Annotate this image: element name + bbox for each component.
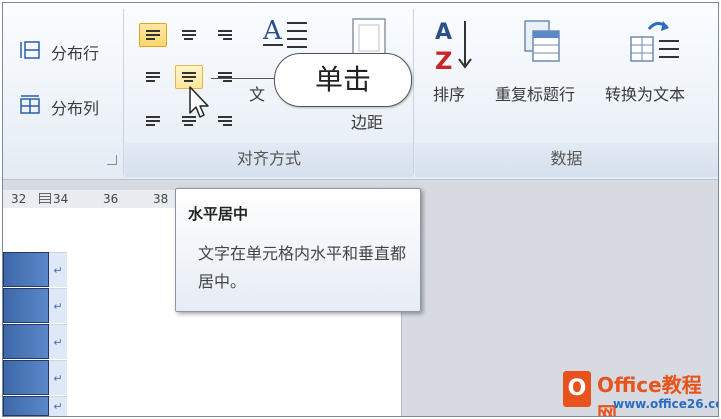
watermark: O Office教程网 www.office26.com <box>559 369 718 416</box>
tooltip-body: 文字在单元格内水平和垂直都居中。 <box>198 244 407 291</box>
sort-icon: A Z <box>435 20 472 73</box>
align-top-left-button[interactable] <box>139 23 167 47</box>
ruler-mark: 34 <box>53 192 69 206</box>
align-top-right-button[interactable] <box>211 23 239 47</box>
watermark-url: www.office26.com <box>613 397 718 411</box>
end-of-cell-mark-icon: ↵ <box>49 396 67 416</box>
table-cell[interactable] <box>3 360 49 395</box>
align-bottom-right-button[interactable] <box>211 109 239 133</box>
align-center-tooltip: 水平居中 文字在单元格内水平和垂直都居中。 <box>175 188 421 312</box>
ruler-column-marker-icon[interactable] <box>39 193 51 204</box>
end-of-cell-mark-icon: ↵ <box>49 288 67 323</box>
ruler-mark: 32 <box>11 192 27 206</box>
convert-to-text-label: 转换为文本 <box>605 85 686 104</box>
cell-margins-label: 边距 <box>351 113 384 132</box>
table-cell[interactable] <box>3 288 49 323</box>
convert-to-text-icon <box>630 21 679 62</box>
mouse-cursor-icon <box>189 86 209 118</box>
end-of-cell-mark-icon: ↵ <box>49 324 67 359</box>
repeat-header-label: 重复标题行 <box>495 85 576 104</box>
table-cell[interactable] <box>3 324 49 359</box>
align-top-center-button[interactable] <box>175 23 203 47</box>
align-group-label: 对齐方式 <box>236 149 301 168</box>
cell-size-dialog-launcher[interactable] <box>107 155 117 165</box>
table-cell[interactable] <box>3 252 49 287</box>
align-middle-right-button[interactable] <box>211 65 239 89</box>
sort-label: 排序 <box>433 85 466 104</box>
end-of-cell-mark-icon: ↵ <box>49 252 67 287</box>
distribute-rows-button[interactable]: 分布行 <box>17 39 117 65</box>
callout-leader-line <box>211 78 275 79</box>
group-separator <box>413 9 414 175</box>
tooltip-title: 水平居中 <box>188 205 249 223</box>
text-direction-icon: A <box>262 16 307 48</box>
word-window: 分布行 分布列 A 文 边距 对齐方式 A Z 排序 重复标题行 转换为文本 数… <box>2 2 719 417</box>
ribbon: 分布行 分布列 A 文 边距 对齐方式 A Z 排序 重复标题行 转换为文本 数… <box>3 3 718 180</box>
ruler-mark: 36 <box>103 192 119 206</box>
text-direction-label: 文 <box>249 85 266 104</box>
distribute-cols-button[interactable]: 分布列 <box>17 93 117 119</box>
align-bottom-left-button[interactable] <box>139 109 167 133</box>
distribute-rows-icon <box>20 41 40 59</box>
distribute-cols-label: 分布列 <box>51 99 100 118</box>
distribute-rows-label: 分布行 <box>51 44 100 63</box>
convert-to-text-button[interactable]: 转换为文本 <box>603 15 713 105</box>
svg-text:A: A <box>435 20 452 45</box>
end-of-cell-mark-icon: ↵ <box>49 360 67 395</box>
table-cell[interactable] <box>3 396 49 416</box>
distribute-cols-icon <box>20 95 40 114</box>
ruler-mark: 38 <box>153 192 169 206</box>
office-logo-icon: O <box>563 371 591 407</box>
repeat-header-rows-button[interactable]: 重复标题行 <box>493 15 593 105</box>
svg-text:A: A <box>262 16 283 46</box>
repeat-header-icon <box>524 20 560 62</box>
svg-text:Z: Z <box>435 47 452 73</box>
data-group-label: 数据 <box>550 149 583 168</box>
group-separator <box>123 9 124 175</box>
click-callout: 单击 <box>274 53 412 107</box>
sort-button[interactable]: A Z 排序 <box>427 15 479 105</box>
align-middle-left-button[interactable] <box>139 65 167 89</box>
